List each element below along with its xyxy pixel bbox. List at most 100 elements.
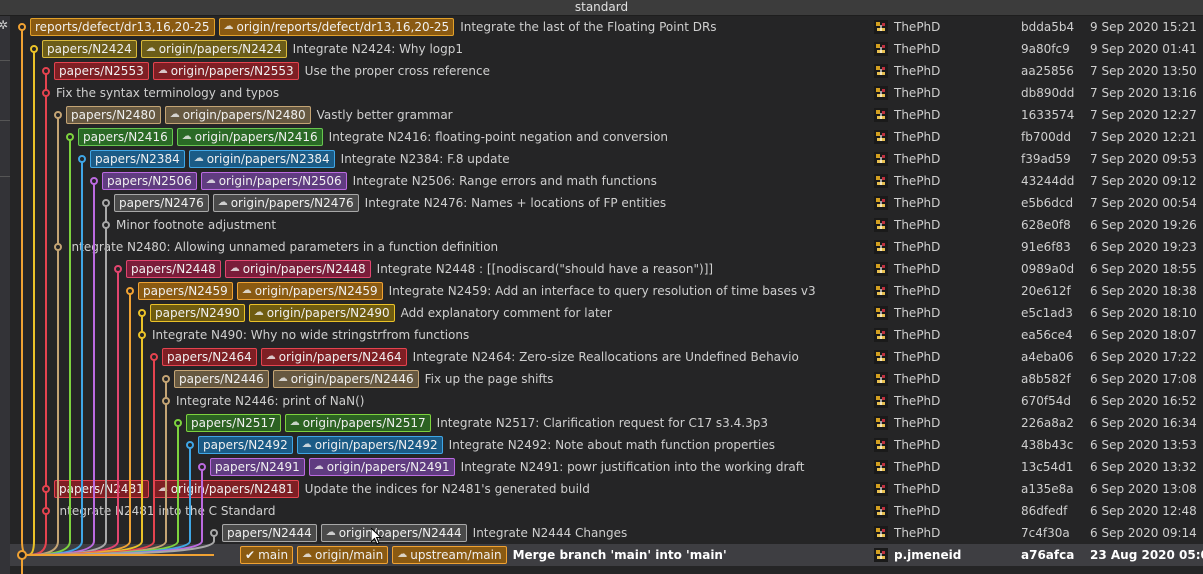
commit-node <box>90 177 98 185</box>
avatar-icon <box>874 416 888 430</box>
commit-date: 9 Sep 2020 01:41 <box>1090 42 1197 56</box>
commit-sha: a135e8a <box>1021 482 1074 496</box>
branch-label: origin/papers/N2492 <box>314 438 438 452</box>
author-name: ThePhD <box>894 174 941 188</box>
remote-cloud-icon: ☁ <box>313 461 324 472</box>
graph-branch-line <box>27 291 131 556</box>
commit-message: Use the proper cross reference <box>304 64 490 78</box>
graph-branch-line <box>21 27 29 556</box>
branch-label: origin/papers/N2446 <box>290 372 414 386</box>
author-name: ThePhD <box>894 526 941 540</box>
remote-branch-badge[interactable]: ☁ origin/papers/N2490 <box>248 304 395 322</box>
commit-author: ThePhD <box>874 348 940 366</box>
commit-node <box>138 309 146 317</box>
commit-date: 6 Sep 2020 19:26 <box>1090 218 1197 232</box>
commit-node <box>138 331 146 339</box>
remote-branch-badge[interactable]: ☁ origin/papers/N2444 <box>320 524 467 542</box>
remote-branch-badge[interactable]: ☁ origin/papers/N2491 <box>308 458 455 476</box>
commit-node <box>54 243 62 251</box>
graph-main-line <box>21 554 214 574</box>
branch-label: origin/papers/N2490 <box>266 306 390 320</box>
commit-date: 6 Sep 2020 16:52 <box>1090 394 1197 408</box>
commit-sha: 438b43c <box>1021 438 1074 452</box>
author-name: ThePhD <box>894 284 941 298</box>
remote-cloud-icon: ☁ <box>289 417 300 428</box>
commit-sha: 13c54d1 <box>1021 460 1074 474</box>
commit-sha: f39ad59 <box>1021 152 1071 166</box>
commit-node <box>18 23 26 31</box>
commit-date: 7 Sep 2020 00:54 <box>1090 196 1197 210</box>
commit-node <box>162 397 170 405</box>
commit-date: 7 Sep 2020 13:16 <box>1090 86 1197 100</box>
commit-sha: 86dfedf <box>1021 504 1068 518</box>
commit-sha: 628e0f8 <box>1021 218 1071 232</box>
remote-cloud-icon: ☁ <box>397 549 408 560</box>
commit-node <box>186 441 194 449</box>
remote-branch-badge[interactable]: ☁ origin/papers/N2446 <box>272 370 419 388</box>
commit-date: 6 Sep 2020 13:53 <box>1090 438 1197 452</box>
commit-author: ThePhD <box>874 84 940 102</box>
commit-node <box>210 529 218 537</box>
avatar-icon <box>874 350 888 364</box>
graph-branch-line <box>27 159 83 556</box>
commit-date: 7 Sep 2020 12:27 <box>1090 108 1197 122</box>
commit-date: 9 Sep 2020 15:21 <box>1090 20 1197 34</box>
branch-label: main <box>258 548 289 562</box>
commit-message: Add explanatory comment for later <box>400 306 612 320</box>
avatar-icon <box>874 526 888 540</box>
commit-date: 6 Sep 2020 18:07 <box>1090 328 1197 342</box>
avatar-icon <box>874 284 888 298</box>
remote-cloud-icon: ☁ <box>301 439 312 450</box>
remote-branch-badge[interactable]: ☁ origin/papers/N2517 <box>284 414 431 432</box>
graph-branch-line <box>27 49 35 556</box>
commit-message: Integrate N2384: F.8 update <box>340 152 510 166</box>
branch-label: origin/main <box>315 548 384 562</box>
commit-sha: e5c1ad3 <box>1021 306 1073 320</box>
avatar-icon <box>874 196 888 210</box>
commit-message: Integrate N2444 Changes <box>472 526 628 540</box>
avatar-icon <box>874 548 888 562</box>
commit-author: ThePhD <box>874 128 940 146</box>
remote-branch-badge[interactable]: ☁ origin/main <box>297 546 389 564</box>
author-name: ThePhD <box>894 240 941 254</box>
commit-author: ThePhD <box>874 18 940 36</box>
commit-graph <box>17 23 218 574</box>
avatar-icon <box>874 64 888 78</box>
commit-node <box>66 133 74 141</box>
commit-node <box>17 550 27 560</box>
remote-cloud-icon: ☁ <box>277 373 288 384</box>
commit-author: ThePhD <box>874 480 940 498</box>
author-name: ThePhD <box>894 130 941 144</box>
commit-refs-and-message: papers/N2444 ☁ origin/papers/N2444 Integrat… <box>222 524 627 542</box>
commit-author: ThePhD <box>874 260 940 278</box>
commit-message: Integrate N2491: powr justification into… <box>460 460 805 474</box>
avatar-icon <box>874 460 888 474</box>
commit-sha: 670f54d <box>1021 394 1072 408</box>
branch-label: origin/papers/N2464 <box>278 350 402 364</box>
remote-branch-badge[interactable]: ☁ origin/papers/N2464 <box>260 348 407 366</box>
graph-branch-line <box>27 269 119 556</box>
remote-branch-badge[interactable]: ☁ upstream/main <box>392 546 507 564</box>
commit-node <box>102 221 110 229</box>
remote-cloud-icon: ☁ <box>265 351 276 362</box>
avatar-icon <box>874 20 888 34</box>
author-name: ThePhD <box>894 438 941 452</box>
commit-sha: 0989a0d <box>1021 262 1075 276</box>
author-name: ThePhD <box>894 394 941 408</box>
commit-sha: e5b6dcd <box>1021 196 1074 210</box>
commit-message: Integrate the last of the Floating Point… <box>460 20 717 34</box>
commit-date: 6 Sep 2020 09:14 <box>1090 526 1197 540</box>
author-name: ThePhD <box>894 482 941 496</box>
commit-date: 6 Sep 2020 17:08 <box>1090 372 1197 386</box>
commit-author: ThePhD <box>874 414 940 432</box>
remote-branch-badge[interactable]: ☁ origin/papers/N2492 <box>296 436 443 454</box>
avatar-icon <box>874 130 888 144</box>
commit-refs-and-message: papers/N2492 ☁ origin/papers/N2492 Integrat… <box>198 436 775 454</box>
author-name: ThePhD <box>894 86 941 100</box>
commit-message: Integrate N2492: Note about math functio… <box>448 438 775 452</box>
commit-sha: 91e6f83 <box>1021 240 1071 254</box>
commit-refs-and-message: ✔ main ☁ origin/main ☁ upstream/main Merge bra… <box>240 546 727 564</box>
remote-cloud-icon: ☁ <box>325 527 336 538</box>
commit-message: Integrate N2416: floating-point negation… <box>328 130 668 144</box>
commit-date: 6 Sep 2020 16:34 <box>1090 416 1197 430</box>
